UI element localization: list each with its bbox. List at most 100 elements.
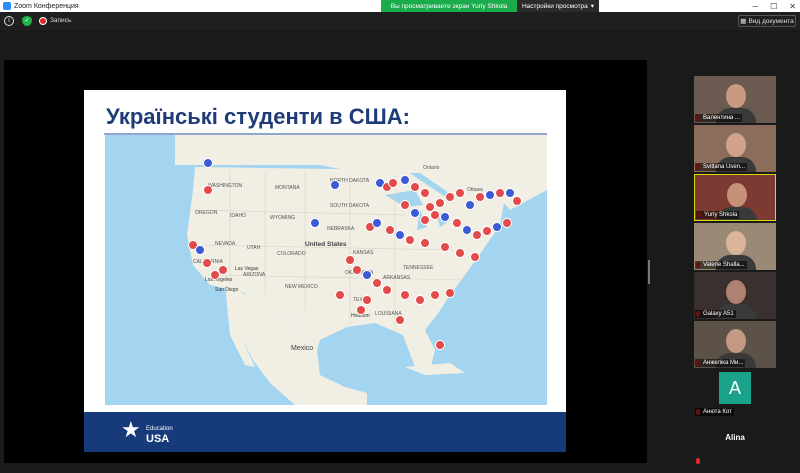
viewing-screen-label: Вы просматриваете экран Yuriy Shkola — [381, 0, 517, 12]
map-label-colorado: COLORADO — [277, 251, 306, 257]
participant-avatar: A — [719, 372, 751, 404]
map-pin — [356, 305, 366, 315]
map-pin — [420, 215, 430, 225]
map-label-arkansas: ARKANSAS — [383, 275, 411, 281]
map-pin — [385, 225, 395, 235]
map-pin — [445, 192, 455, 202]
map-pin — [455, 248, 465, 258]
map-pin — [330, 180, 340, 190]
map-label-tennessee: TENNESSEE — [403, 265, 434, 271]
map-pin — [203, 158, 213, 168]
participant-name: Galaxy A51 — [695, 310, 736, 318]
recording-label: Запись — [50, 17, 72, 24]
map-pin — [400, 290, 410, 300]
participant-tile[interactable]: Alina — [694, 419, 776, 466]
map-pin — [405, 235, 415, 245]
map-label-montana: MONTANA — [275, 185, 300, 191]
map-pin — [362, 295, 372, 305]
map-label-nebraska: NEBRASKA — [327, 226, 355, 232]
participant-name: Alina — [725, 433, 745, 442]
recording-icon — [39, 17, 47, 25]
participant-tile[interactable]: Valerie Shalla... — [694, 223, 776, 270]
presentation-slide: Українські студенти в США: WASHINGTON OR… — [84, 90, 566, 452]
map-label-oregon: OREGON — [195, 210, 218, 216]
participant-name: Анюта Кот — [695, 408, 734, 416]
chevron-down-icon: ▾ — [590, 3, 595, 10]
map-label-washington: WASHINGTON — [208, 183, 243, 189]
map-pin — [512, 196, 522, 206]
participant-tile[interactable]: A Анюта Кот — [694, 370, 776, 417]
panel-resize-handle[interactable] — [648, 260, 650, 284]
map-pin — [400, 200, 410, 210]
minimize-button[interactable]: ─ — [752, 2, 758, 11]
participant-tile[interactable]: Galaxy A51 — [694, 272, 776, 319]
zoom-logo-icon — [3, 2, 11, 10]
map-pin — [420, 238, 430, 248]
participant-name: Анжеліка Ми... — [695, 359, 746, 367]
participant-tile[interactable]: Svitlana Usen... — [694, 125, 776, 172]
participant-face — [726, 329, 746, 353]
maximize-button[interactable]: ☐ — [770, 2, 777, 11]
map-pin — [352, 265, 362, 275]
logo-text-usa: USA — [146, 433, 170, 445]
meeting-topbar: i ✓ Запись ▦ Вид документа — [0, 12, 800, 30]
map-pin — [435, 198, 445, 208]
participant-tile[interactable]: Валентина ... — [694, 76, 776, 123]
close-button[interactable]: ✕ — [789, 2, 796, 11]
map-label-wyoming: WYOMING — [270, 215, 295, 221]
map-pin — [372, 278, 382, 288]
map-label-south-dakota: SOUTH DAKOTA — [330, 203, 370, 209]
window-controls: ─ ☐ ✕ — [752, 0, 796, 12]
map-pin — [470, 252, 480, 262]
view-options-label: Настройки просмотра — [521, 2, 588, 10]
participant-face — [727, 183, 747, 207]
slide-title: Українські студенти в США: — [106, 104, 410, 129]
map-label-idaho: IDAHO — [230, 213, 246, 219]
map-pin — [475, 192, 485, 202]
map-pin — [440, 212, 450, 222]
map-pin — [445, 288, 455, 298]
participant-face — [726, 231, 746, 255]
map-pin — [452, 218, 462, 228]
map-pin — [462, 225, 472, 235]
map-label-utah: UTAH — [247, 245, 261, 251]
map-label-arizona: ARIZONA — [243, 272, 266, 278]
participant-name: Yuriy Shkola — [696, 211, 740, 219]
view-label: Вид документа — [748, 17, 794, 25]
map-canvas — [105, 135, 547, 405]
share-banner: Вы просматриваете экран Yuriy Shkola Нас… — [381, 0, 599, 12]
map-pin — [395, 315, 405, 325]
map-pin — [382, 285, 392, 295]
window-title: Zoom Конференция — [14, 2, 79, 10]
participant-name: Valerie Shalla... — [695, 261, 747, 269]
map-pin — [482, 226, 492, 236]
info-icon[interactable]: i — [4, 16, 14, 26]
map-pin — [202, 258, 212, 268]
map-label-united-states: United States — [305, 241, 347, 248]
encryption-shield-icon[interactable]: ✓ — [22, 16, 32, 26]
map-pin — [372, 218, 382, 228]
map-pin — [362, 270, 372, 280]
us-map: WASHINGTON OREGON IDAHO MONTANA WYOMING … — [105, 135, 547, 405]
map-pin — [310, 218, 320, 228]
view-button[interactable]: ▦ Вид документа — [738, 15, 796, 27]
participant-tile[interactable]: Анжеліка Ми... — [694, 321, 776, 368]
map-pin — [218, 265, 228, 275]
map-pin — [485, 190, 495, 200]
map-pin — [465, 200, 475, 210]
grid-icon: ▦ — [740, 18, 747, 25]
map-label-mexico: Mexico — [291, 345, 314, 352]
participant-tile-active-speaker[interactable]: Yuriy Shkola — [694, 174, 776, 221]
map-pin — [502, 218, 512, 228]
map-pin — [335, 290, 345, 300]
map-pin — [195, 245, 205, 255]
map-label-san-diego: San Diego — [215, 287, 239, 293]
map-pin — [430, 210, 440, 220]
view-options-button[interactable]: Настройки просмотра ▾ — [517, 0, 599, 12]
map-pin — [492, 222, 502, 232]
map-pin — [345, 255, 355, 265]
participant-name: Валентина ... — [695, 114, 742, 122]
slide-footer — [84, 412, 566, 452]
participant-face — [726, 84, 746, 108]
education-usa-star-icon: ★ — [121, 417, 141, 442]
